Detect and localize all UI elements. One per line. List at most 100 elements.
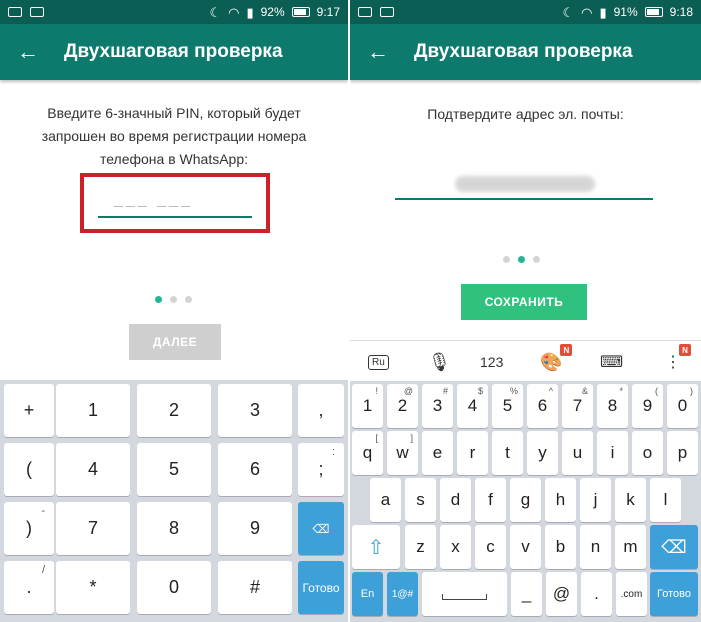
key-t[interactable]: t bbox=[492, 431, 523, 475]
pin-input-highlight[interactable]: ___ ___ bbox=[80, 173, 270, 233]
key-underscore[interactable]: _ bbox=[511, 572, 542, 616]
key-1[interactable]: 1! bbox=[352, 384, 383, 428]
key-6[interactable]: 6 ^ bbox=[527, 384, 558, 428]
key-i[interactable]: i bbox=[597, 431, 628, 475]
dot-com-key[interactable]: .com bbox=[616, 572, 647, 616]
key-k[interactable]: k bbox=[615, 478, 646, 522]
shift-key[interactable]: ⇧ bbox=[352, 525, 400, 569]
key-w[interactable]: w] bbox=[387, 431, 418, 475]
key-d[interactable]: d bbox=[440, 478, 471, 522]
key-a[interactable]: a bbox=[370, 478, 401, 522]
key-label: + bbox=[23, 400, 35, 420]
space-bar-icon bbox=[442, 594, 487, 600]
english-language-key[interactable]: En bbox=[352, 572, 383, 616]
back-arrow-icon[interactable]: ← bbox=[350, 39, 406, 65]
key-label: b bbox=[555, 537, 566, 556]
key-s[interactable]: s bbox=[405, 478, 436, 522]
key-hint: ( bbox=[655, 386, 658, 396]
key-label: 3 bbox=[432, 396, 443, 415]
key-label: 0 bbox=[677, 396, 688, 415]
key-r[interactable]: r bbox=[457, 431, 488, 475]
language-button[interactable]: Ru bbox=[368, 349, 389, 375]
battery-percent: 92% bbox=[260, 5, 285, 19]
keypad-key[interactable]: , bbox=[298, 384, 344, 437]
space-key[interactable] bbox=[422, 572, 507, 616]
key-label: 7 bbox=[572, 396, 583, 415]
key-g[interactable]: g bbox=[510, 478, 541, 522]
keypad-key[interactable]: + bbox=[4, 384, 54, 437]
key-2[interactable]: 2 @ bbox=[387, 384, 418, 428]
key-label: Готово bbox=[302, 580, 340, 595]
key-n[interactable]: n bbox=[580, 525, 611, 569]
key-dot[interactable]: . bbox=[581, 572, 612, 616]
key-u[interactable]: u bbox=[562, 431, 593, 475]
page-title: Двухшаговая проверка bbox=[64, 41, 283, 62]
back-arrow-icon[interactable]: ← bbox=[0, 39, 56, 65]
backspace-key[interactable]: ⌫ bbox=[650, 525, 698, 569]
keypad-key[interactable]: 2 bbox=[137, 384, 211, 437]
numbers-button[interactable]: 123 bbox=[480, 349, 503, 375]
key-x[interactable]: x bbox=[440, 525, 471, 569]
save-button[interactable]: СОХРАНИТЬ bbox=[461, 284, 587, 320]
key-y[interactable]: y bbox=[527, 431, 558, 475]
key-j[interactable]: j bbox=[580, 478, 611, 522]
keypad-key[interactable]: * bbox=[56, 561, 130, 614]
symbols-key[interactable]: 1@# bbox=[387, 572, 418, 616]
more-options-icon[interactable]: ⋮ N bbox=[665, 344, 691, 375]
keypad-key[interactable]: 3 bbox=[218, 384, 292, 437]
microphone-icon[interactable]: 🎙 bbox=[428, 349, 451, 375]
keypad-key[interactable]: 5 bbox=[137, 443, 211, 496]
key-5[interactable]: 5% bbox=[492, 384, 523, 428]
keypad-key[interactable]: 8 bbox=[137, 502, 211, 555]
key-label: . bbox=[26, 577, 32, 597]
key-f[interactable]: f bbox=[475, 478, 506, 522]
keypad-key[interactable]: 9 bbox=[218, 502, 292, 555]
key-hint: / bbox=[41, 564, 45, 576]
keypad-key[interactable]: 6 bbox=[218, 443, 292, 496]
key-z[interactable]: z bbox=[405, 525, 436, 569]
key-label: u bbox=[572, 443, 583, 462]
key-9[interactable]: 9( bbox=[632, 384, 663, 428]
keypad-key[interactable]: ;: bbox=[298, 443, 344, 496]
key-label: a bbox=[380, 490, 391, 509]
key-label: g bbox=[520, 490, 531, 509]
done-key[interactable]: Готово bbox=[650, 572, 698, 616]
keypad-key[interactable]: 7 bbox=[56, 502, 130, 555]
email-input[interactable] bbox=[395, 170, 653, 200]
keypad-key[interactable]: 4 bbox=[56, 443, 130, 496]
key-0[interactable]: 0) bbox=[667, 384, 698, 428]
key-h[interactable]: h bbox=[545, 478, 576, 522]
done-key[interactable]: Готово bbox=[298, 561, 344, 614]
next-button[interactable]: ДАЛЕЕ bbox=[129, 324, 221, 360]
key-q[interactable]: q[ bbox=[352, 431, 383, 475]
key-e[interactable]: e bbox=[422, 431, 453, 475]
key-label: , bbox=[318, 400, 324, 420]
key-4[interactable]: 4 $ bbox=[457, 384, 488, 428]
keypad-key[interactable]: # bbox=[218, 561, 292, 614]
key-b[interactable]: b bbox=[545, 525, 576, 569]
key-label: x bbox=[451, 537, 460, 556]
pin-input[interactable]: ___ ___ bbox=[114, 191, 193, 209]
key-m[interactable]: m bbox=[615, 525, 646, 569]
key-c[interactable]: c bbox=[475, 525, 506, 569]
key-label: v bbox=[521, 537, 530, 556]
key-label: 0 bbox=[168, 577, 179, 597]
key-v[interactable]: v bbox=[510, 525, 541, 569]
backspace-key[interactable]: ⌫ bbox=[298, 502, 344, 555]
key-3[interactable]: 3 # bbox=[422, 384, 453, 428]
keypad-key[interactable]: 0 bbox=[137, 561, 211, 614]
key-p[interactable]: p bbox=[667, 431, 698, 475]
instruction-line: запрошен во время регистрации номера bbox=[41, 128, 307, 144]
key-label: o bbox=[642, 443, 653, 462]
keypad-key[interactable]: 1 bbox=[56, 384, 130, 437]
key-o[interactable]: o bbox=[632, 431, 663, 475]
key-7[interactable]: 7 & bbox=[562, 384, 593, 428]
keypad-key[interactable]: ) - bbox=[4, 502, 54, 555]
hide-keyboard-icon[interactable]: ⌨ bbox=[600, 349, 623, 375]
key-at[interactable]: @ bbox=[546, 572, 577, 616]
key-8[interactable]: 8 * bbox=[597, 384, 628, 428]
keypad-key[interactable]: ( bbox=[4, 443, 54, 496]
key-l[interactable]: l bbox=[650, 478, 681, 522]
keypad-key[interactable]: . / bbox=[4, 561, 54, 614]
palette-icon[interactable]: 🎨 N bbox=[540, 344, 573, 375]
